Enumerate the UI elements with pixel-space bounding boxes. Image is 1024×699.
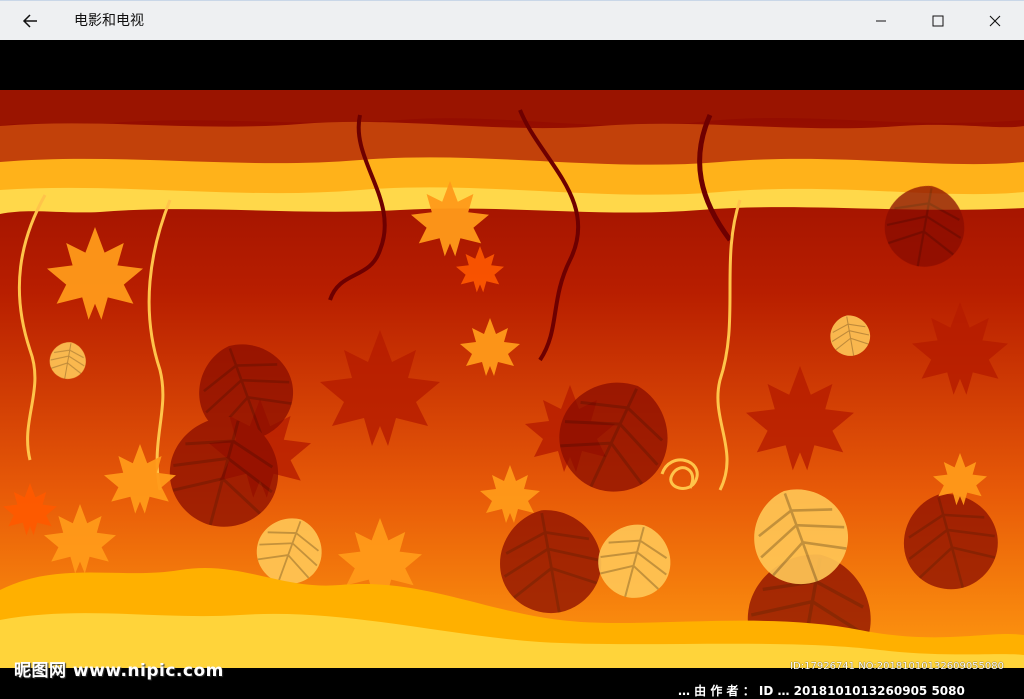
maximize-button[interactable] bbox=[909, 1, 966, 40]
close-button[interactable] bbox=[966, 1, 1023, 40]
maximize-icon bbox=[932, 15, 943, 26]
back-button[interactable] bbox=[0, 1, 60, 40]
letterbox-top bbox=[0, 40, 1024, 90]
watermark-id: ID:17926741 NO:20181010132609055080 bbox=[790, 661, 1004, 672]
close-icon bbox=[989, 15, 1000, 26]
window-title: 电影和电视 bbox=[74, 13, 144, 29]
minimize-button[interactable] bbox=[852, 1, 909, 40]
watermark-partial-text: … 由 作 者 ： ID … 2018101013260905 5080 bbox=[678, 684, 965, 698]
minimize-icon bbox=[875, 20, 886, 21]
watermark-logo: 昵图网 www.nipic.com bbox=[14, 661, 224, 681]
title-bar: 电影和电视 bbox=[0, 0, 1024, 40]
arrow-left-icon bbox=[22, 13, 37, 28]
autumn-leaves-artwork bbox=[0, 90, 1024, 668]
video-frame[interactable] bbox=[0, 90, 1024, 668]
